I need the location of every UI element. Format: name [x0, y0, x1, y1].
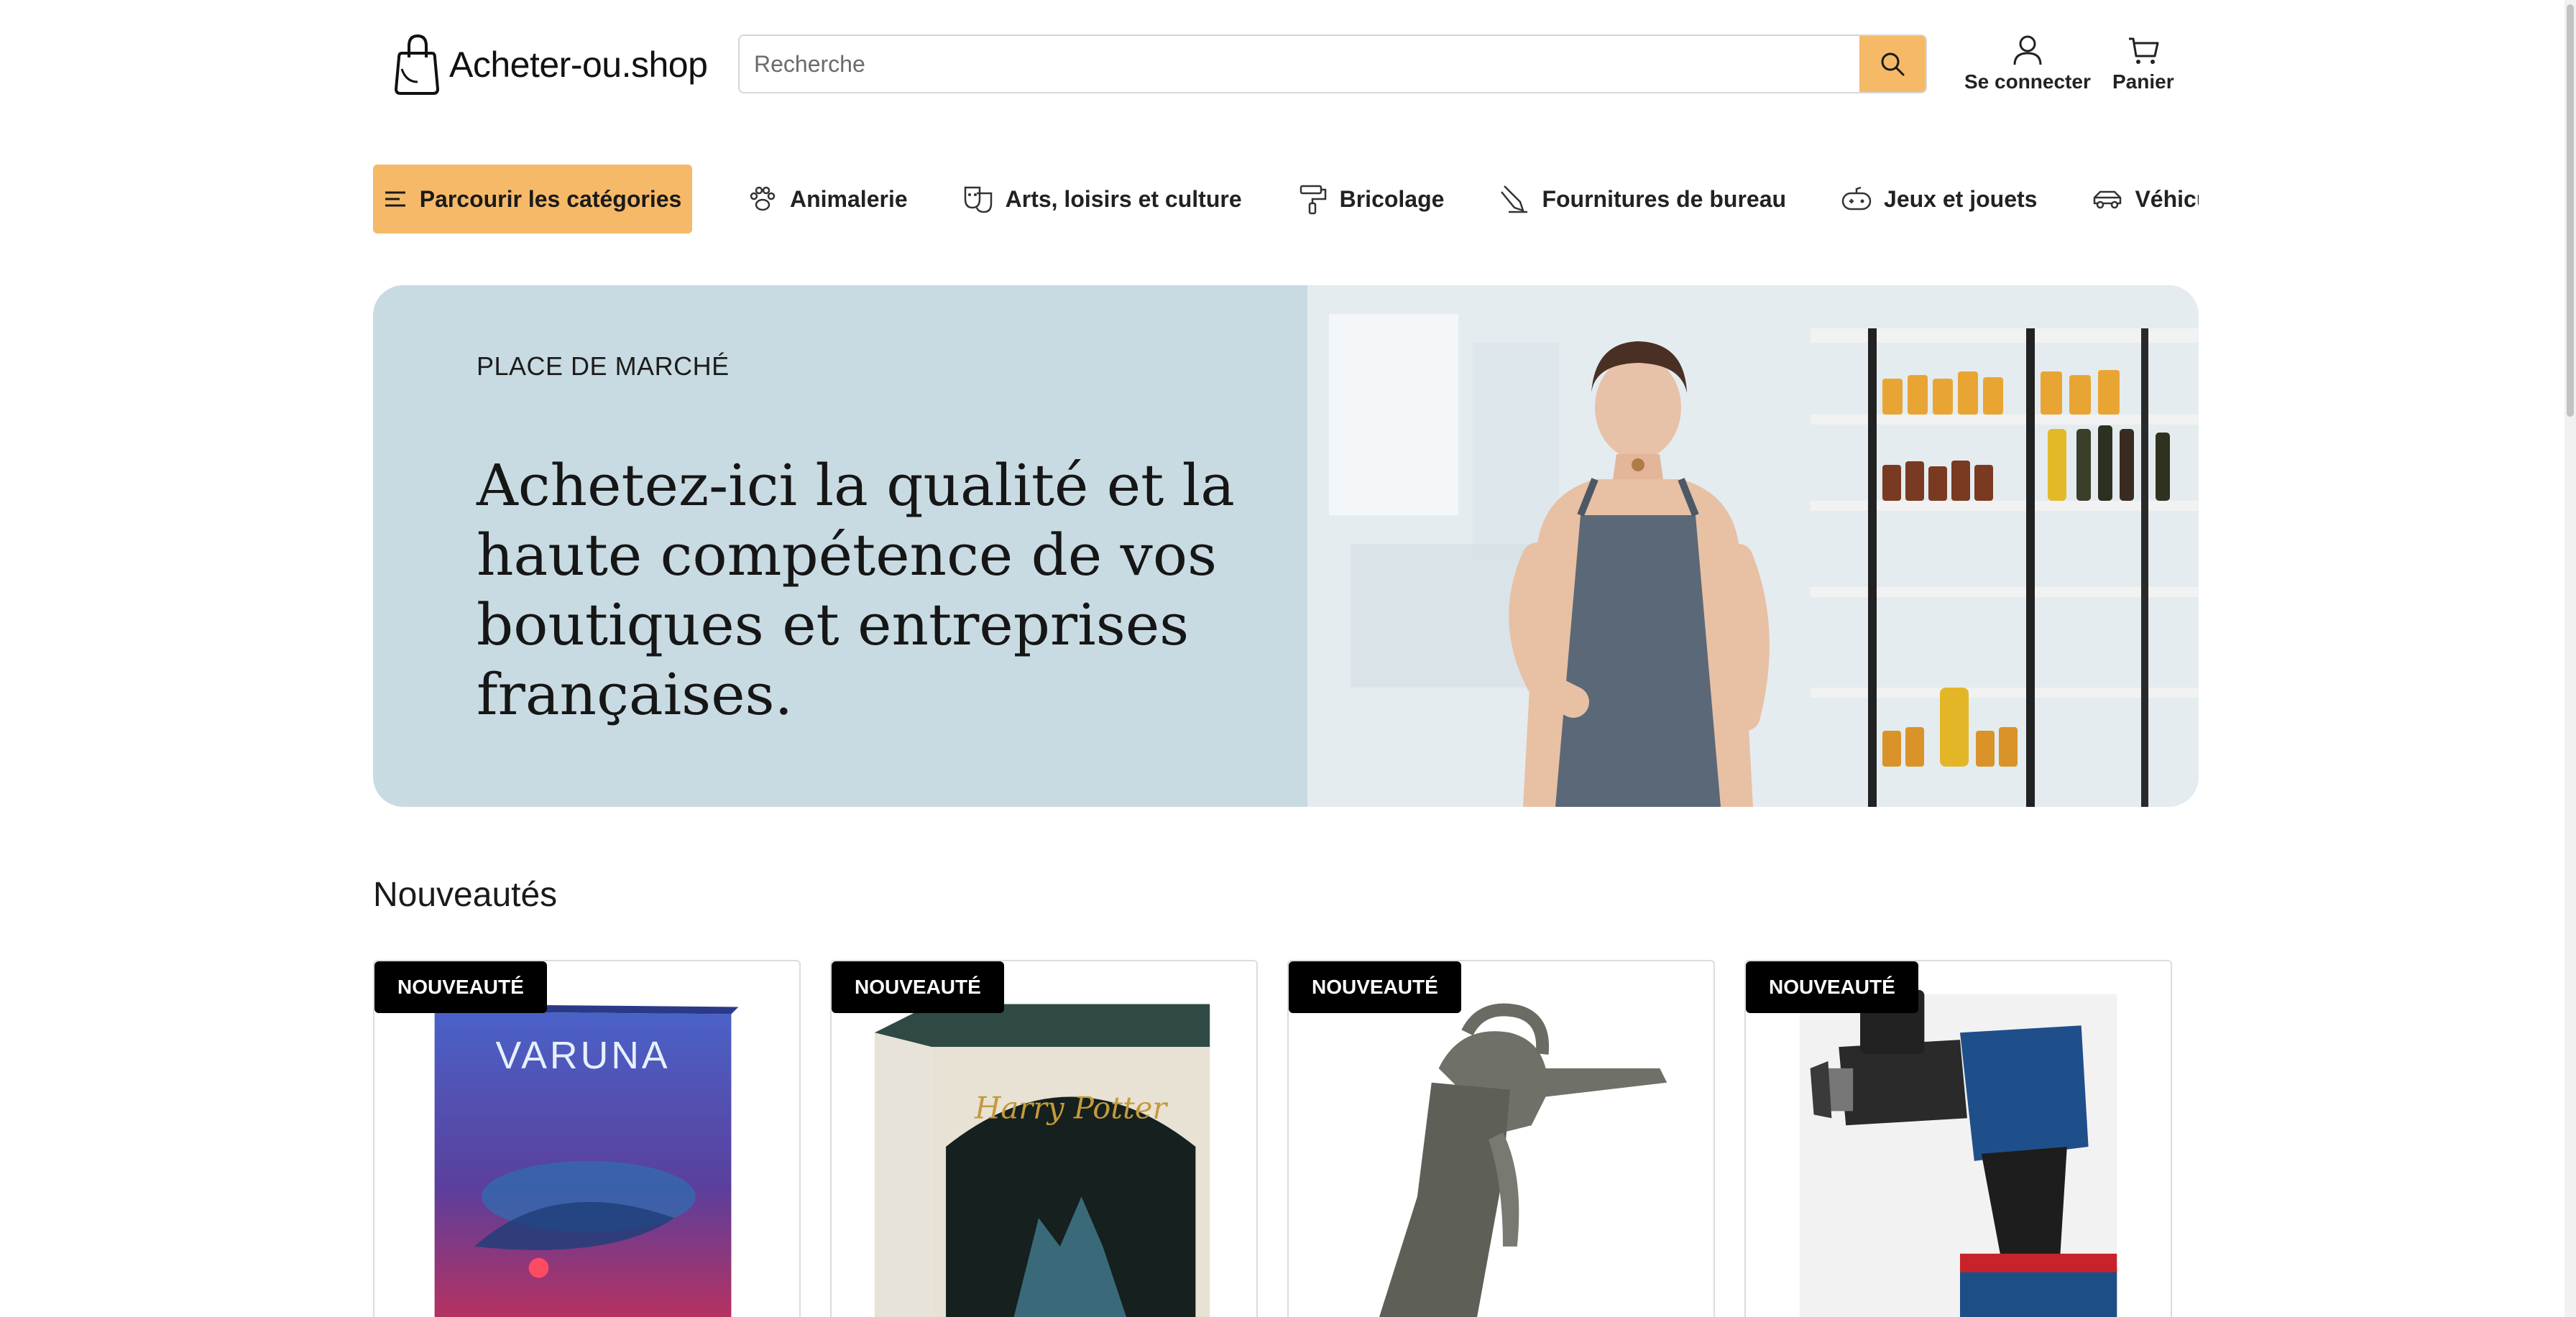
browse-categories-button[interactable]: Parcourir les catégories: [373, 165, 692, 234]
search-input[interactable]: [740, 36, 1859, 92]
hero-photo: [1307, 285, 2199, 807]
nav-item-vehicules[interactable]: Véhicules et acce: [2092, 183, 2199, 215]
nav-item-jeux[interactable]: Jeux et jouets: [1841, 183, 2037, 215]
login-link[interactable]: Se connecter: [1964, 33, 2091, 93]
product-card[interactable]: NOUVEAUTÉ Harry Potter: [830, 960, 1258, 1317]
new-badge: NOUVEAUTÉ: [374, 961, 547, 1013]
section-title: Nouveautés: [373, 876, 558, 914]
svg-text:VARUNA: VARUNA: [495, 1034, 670, 1077]
car-icon: [2094, 190, 2122, 209]
login-label: Se connecter: [1964, 70, 2091, 93]
svg-text:Harry Potter: Harry Potter: [974, 1090, 1168, 1125]
nav-item-label: Jeux et jouets: [1884, 185, 2038, 212]
new-badge: NOUVEAUTÉ: [1746, 961, 1918, 1013]
gamepad-icon: [1841, 186, 1872, 211]
site-logo[interactable]: Acheter-ou.shop: [392, 32, 708, 98]
logo-text: Acheter-ou.shop: [449, 45, 708, 85]
page-scrollbar[interactable]: [2564, 0, 2576, 1317]
nav-item-label: Bricolage: [1339, 185, 1445, 212]
cart-link[interactable]: Panier: [2112, 33, 2174, 93]
search-button[interactable]: [1859, 36, 1926, 92]
nav-item-arts[interactable]: Arts, loisirs et culture: [962, 183, 1242, 215]
pen-icon: [1501, 185, 1528, 213]
browse-categories-label: Parcourir les catégories: [419, 185, 682, 212]
category-nav: Parcourir les catégories Animalerie Arts…: [373, 165, 2199, 234]
search-icon: [1881, 52, 1905, 76]
hero-title: Achetez-ici la qualité et la haute compé…: [477, 452, 1235, 728]
nav-item-fournitures[interactable]: Fournitures de bureau: [1499, 183, 1786, 215]
nav-item-bricolage[interactable]: Bricolage: [1297, 183, 1445, 215]
new-badge: NOUVEAUTÉ: [1289, 961, 1461, 1013]
product-card[interactable]: NOUVEAUTÉ VARUNA: [373, 960, 801, 1317]
paint-roller-icon: [1300, 185, 1326, 215]
hero-eyebrow: PLACE DE MARCHÉ: [477, 351, 730, 381]
search-bar: [738, 34, 1927, 93]
product-image: VARUNA: [374, 961, 799, 1317]
nav-item-label: Arts, loisirs et culture: [1005, 185, 1242, 212]
product-card[interactable]: NOUVEAUTÉ: [1287, 960, 1715, 1317]
scrollbar-thumb[interactable]: [2567, 4, 2574, 417]
product-image: [1746, 961, 2171, 1317]
shopping-bag-icon: [394, 34, 440, 95]
product-image: Harry Potter: [832, 961, 1256, 1317]
nav-item-animalerie[interactable]: Animalerie: [747, 183, 908, 215]
paw-icon: [750, 186, 776, 211]
product-card[interactable]: NOUVEAUTÉ: [1744, 960, 2172, 1317]
nav-item-label: Fournitures de bureau: [1542, 185, 1787, 212]
user-icon: [2013, 35, 2042, 65]
cart-icon: [2128, 37, 2159, 64]
theater-masks-icon: [964, 186, 992, 213]
nav-item-label: Véhicules et acce: [2135, 185, 2199, 212]
new-badge: NOUVEAUTÉ: [832, 961, 1004, 1013]
cart-label: Panier: [2112, 70, 2174, 93]
product-image: [1289, 961, 1714, 1317]
nav-item-label: Animalerie: [790, 185, 908, 212]
hero-banner: PLACE DE MARCHÉ Achetez-ici la qualité e…: [373, 285, 2199, 807]
menu-icon: [385, 191, 405, 207]
